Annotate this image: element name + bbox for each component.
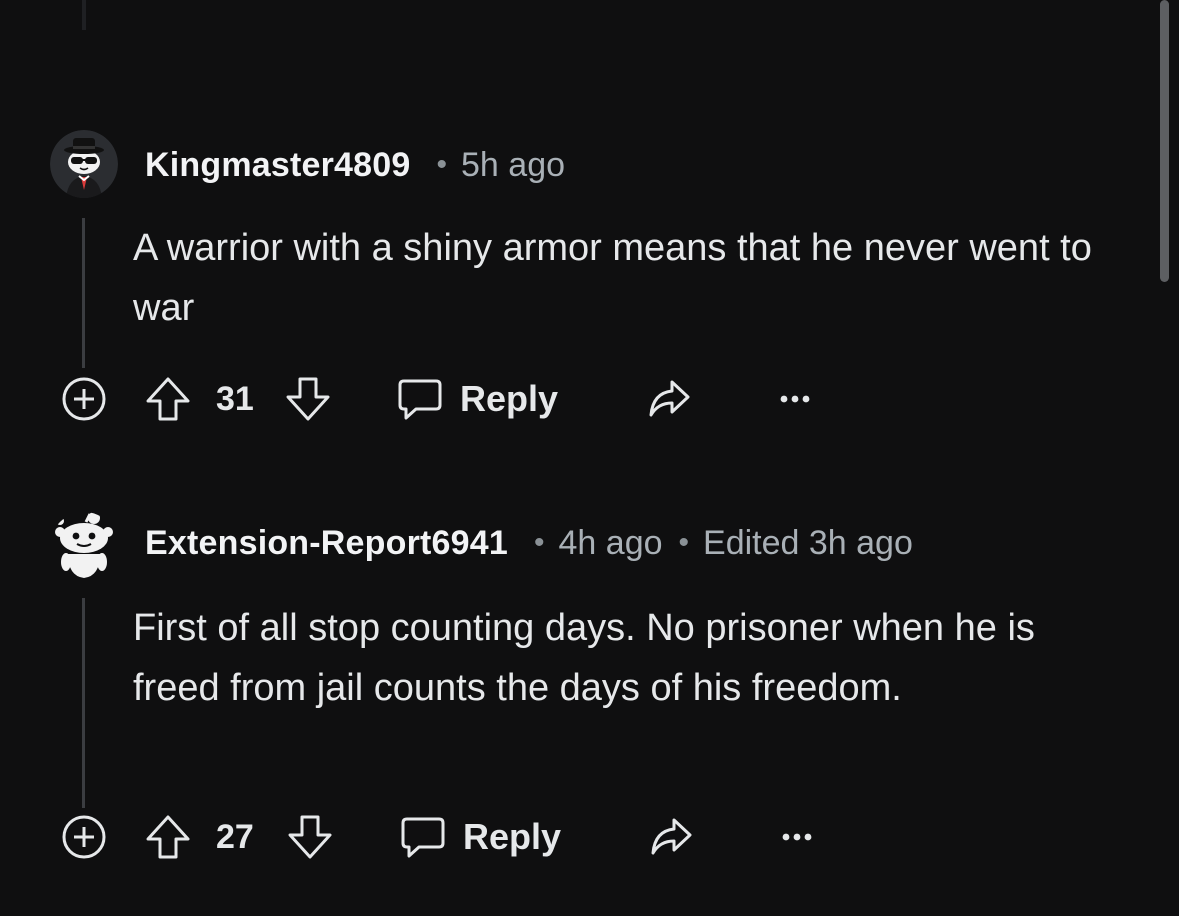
comment-body: A warrior with a shiny armor means that … [133,227,1092,329]
reply-label: Reply [460,378,559,419]
downvote-button[interactable] [286,807,334,867]
meta-separator: • [534,526,545,559]
comment-meta: Kingmaster4809 • 5h ago [145,142,565,188]
avatar[interactable] [50,512,118,580]
downvote-arrow-icon [286,377,330,421]
scrollbar[interactable] [1160,0,1169,282]
downvote-button[interactable] [284,369,332,429]
speech-bubble-icon [398,379,442,420]
reply-button[interactable]: Reply [399,807,561,867]
upvote-button[interactable] [144,369,192,429]
comment-thread-page: Kingmaster4809 • 5h ago A warrior with a… [0,0,1179,916]
comment-meta: Extension-Report6941 • 4h ago • Edited 3… [145,520,913,566]
more-horizontal-icon [782,833,812,841]
vote-score: 31 [216,369,254,429]
username[interactable]: Extension-Report6941 [145,524,508,563]
edited-timestamp: Edited 3h ago [703,523,913,562]
share-arrow-icon [649,380,690,417]
expand-button[interactable] [61,807,107,867]
comment-timestamp: 5h ago [461,145,566,184]
plus-circle-icon [62,815,106,859]
upvote-button[interactable] [144,807,192,867]
upvote-arrow-icon [146,815,190,859]
parent-thread-line [82,0,86,30]
avatar[interactable] [50,130,118,198]
share-arrow-icon [651,818,692,855]
speech-bubble-icon [401,817,445,858]
score-value: 27 [216,817,254,856]
snoo-top-hat-avatar-icon [50,130,118,198]
downvote-arrow-icon [288,815,332,859]
comment-actions: 31 Reply [0,369,1179,429]
expand-button[interactable] [61,369,107,429]
thread-line[interactable] [82,598,85,808]
more-horizontal-icon [780,395,810,403]
vote-score: 27 [216,807,254,867]
share-button[interactable] [646,369,692,429]
more-options-button[interactable] [778,369,812,429]
reply-label: Reply [463,816,562,857]
snoo-default-avatar-icon [55,512,113,578]
upvote-arrow-icon [146,377,190,421]
comment-body: First of all stop counting days. No pris… [133,607,1035,709]
thread-line[interactable] [82,218,85,368]
reply-button[interactable]: Reply [396,369,558,429]
comment-actions: 27 Reply [0,807,1179,867]
plus-circle-icon [62,377,106,421]
username[interactable]: Kingmaster4809 [145,146,411,185]
more-options-button[interactable] [780,807,814,867]
score-value: 31 [216,379,254,418]
share-button[interactable] [648,807,694,867]
meta-separator: • [436,148,448,181]
comment-timestamp: 4h ago [558,523,663,562]
meta-separator: • [678,526,690,559]
